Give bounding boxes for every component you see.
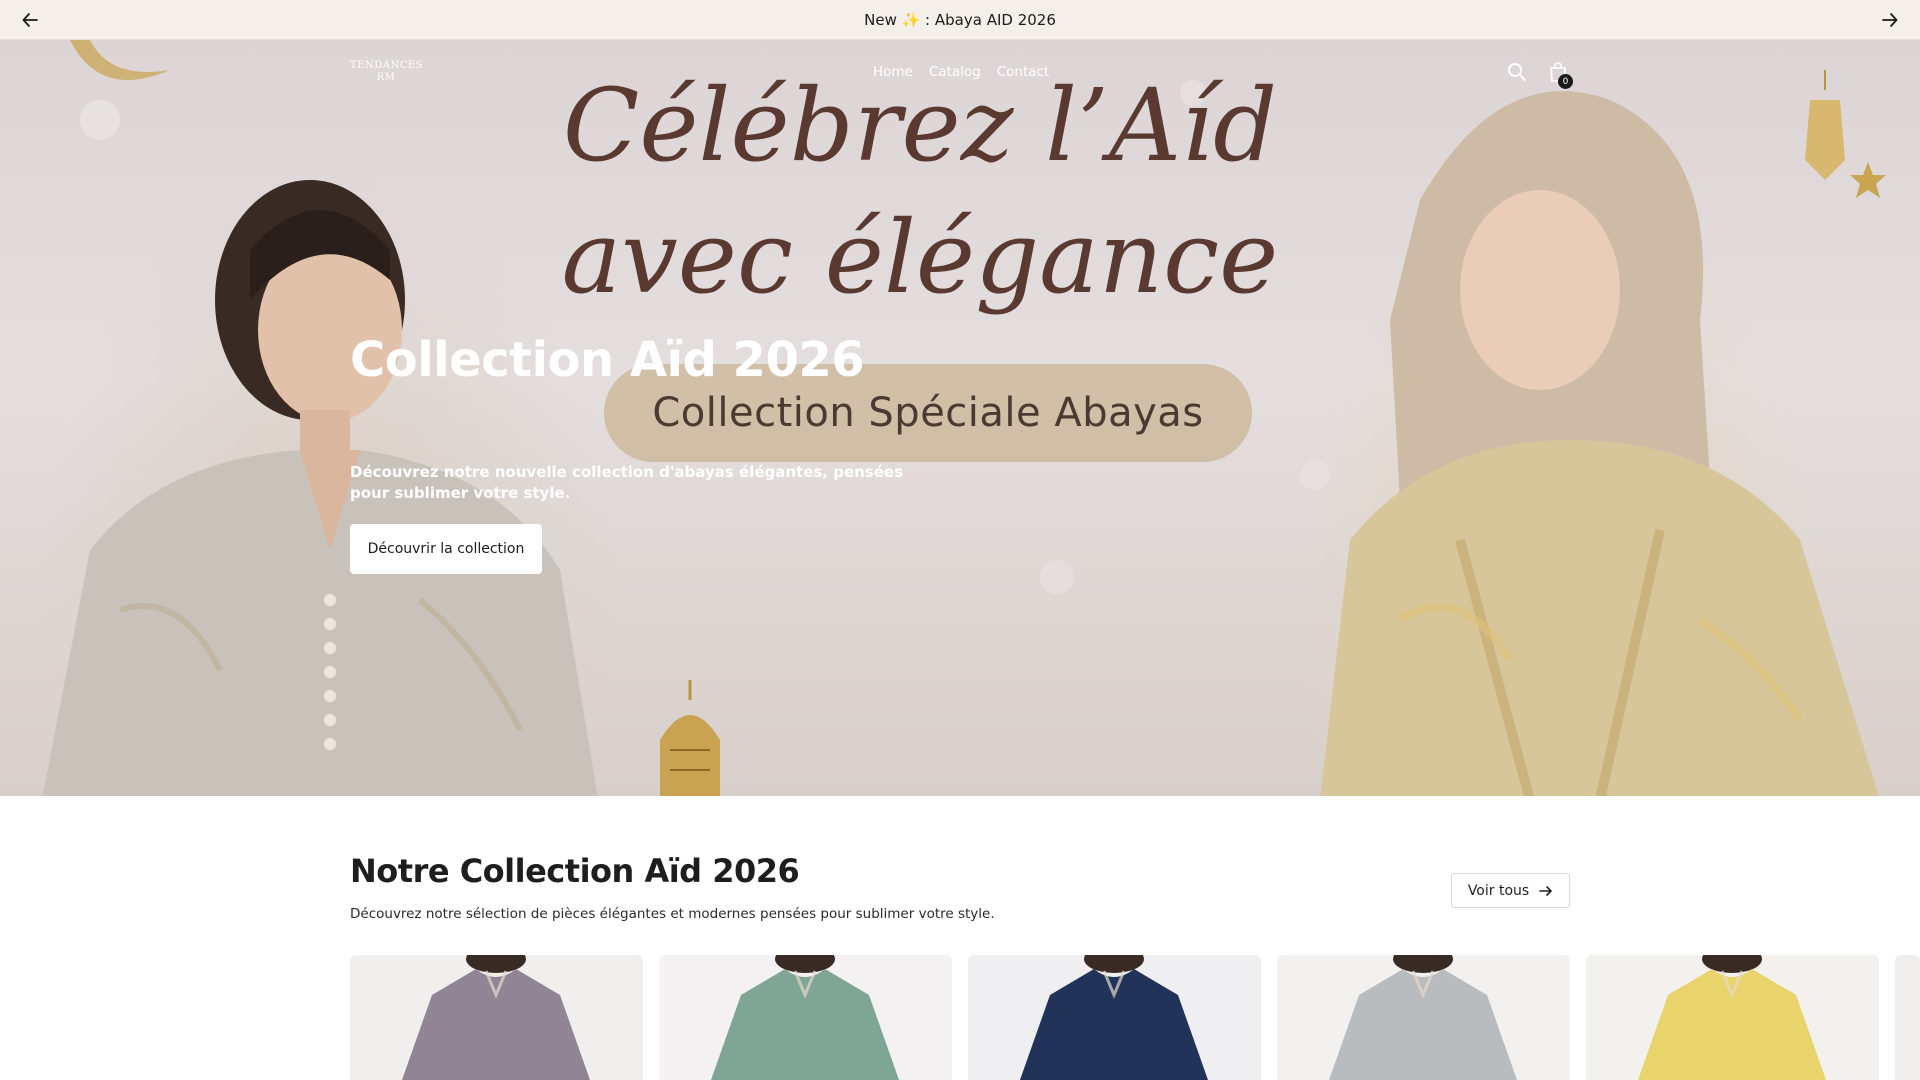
hero-pill-text: Collection Spéciale Abayas [652, 390, 1204, 436]
announcement-bar: New ✨ : Abaya AID 2026 [0, 0, 1920, 40]
product-image [659, 955, 952, 1080]
product-card-partial[interactable] [1895, 955, 1920, 1080]
lantern-icon [660, 680, 720, 796]
logo-line-2: RM [376, 72, 396, 83]
star-icon [1850, 162, 1886, 198]
nav-catalog[interactable]: Catalog [929, 64, 981, 80]
product-card[interactable] [968, 955, 1261, 1080]
product-card[interactable] [350, 955, 643, 1080]
arrow-left-icon [22, 13, 38, 27]
discover-collection-button[interactable]: Découvrir la collection [350, 524, 542, 574]
announcement-text[interactable]: New ✨ : Abaya AID 2026 [864, 11, 1056, 29]
view-all-button[interactable]: Voir tous [1451, 873, 1570, 908]
arrow-right-icon [1539, 885, 1552, 896]
product-card[interactable] [1277, 955, 1570, 1080]
product-image [968, 955, 1261, 1080]
announcement-next-button[interactable] [1878, 8, 1902, 32]
product-image [350, 955, 643, 1080]
logo-line-1: TENDANCES [350, 60, 424, 71]
arrow-right-icon [1882, 13, 1898, 27]
announcement-prev-button[interactable] [18, 8, 42, 32]
product-image [1277, 955, 1570, 1080]
view-all-label: Voir tous [1467, 882, 1530, 899]
cart-count-badge: 0 [1558, 74, 1573, 89]
main-nav: Home Catalog Contact [873, 64, 1049, 80]
product-image [1586, 955, 1879, 1080]
collection-title: Notre Collection Aïd 2026 [350, 852, 800, 890]
nav-home[interactable]: Home [873, 64, 913, 80]
site-logo[interactable]: TENDANCES RM [350, 60, 424, 84]
hero-script-heading: Célébrez l’Aíd avec élégance [540, 60, 1300, 324]
collection-description: Découvrez notre sélection de pièces élég… [350, 906, 995, 922]
hero-script-line-2: avec élégance [561, 199, 1279, 316]
hero-title: Collection Aïd 2026 [350, 332, 865, 388]
product-card[interactable] [659, 955, 952, 1080]
crescent-moon-icon [70, 40, 170, 80]
nav-contact[interactable]: Contact [997, 64, 1050, 80]
hero-banner: Célébrez l’Aíd avec élégance Collection … [0, 40, 1920, 796]
product-card[interactable] [1586, 955, 1879, 1080]
lantern-icon [1805, 70, 1845, 180]
search-icon[interactable] [1505, 60, 1529, 84]
hero-description: Découvrez notre nouvelle collection d'ab… [350, 463, 904, 502]
